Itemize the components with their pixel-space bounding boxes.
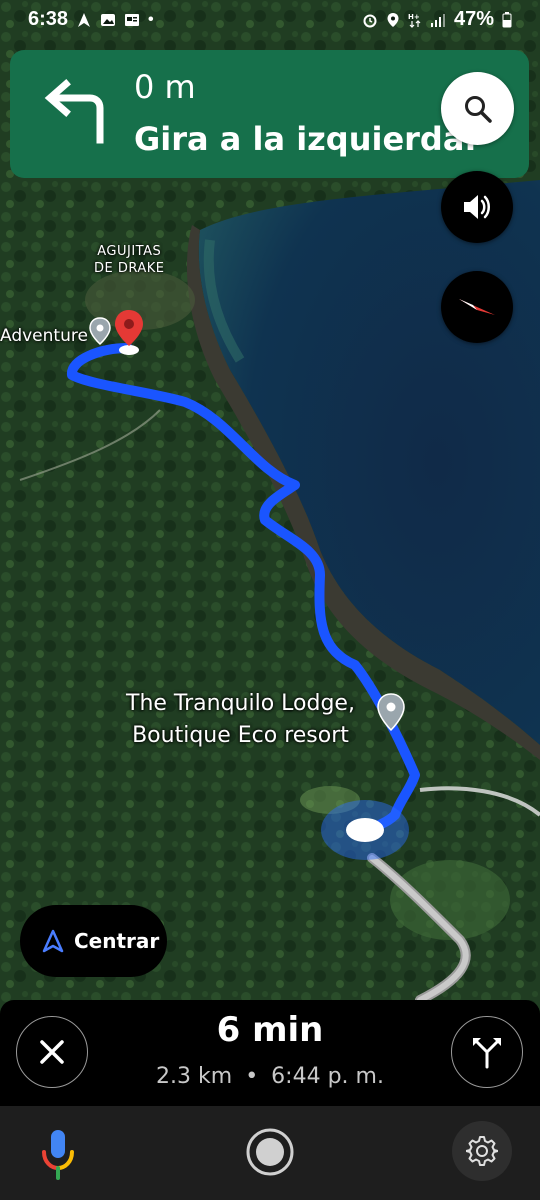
navigation-arrow-icon bbox=[42, 929, 64, 953]
recenter-button[interactable]: Centrar bbox=[20, 905, 167, 977]
status-bar: 6:38 • H+ 47% bbox=[0, 0, 540, 40]
lodge-pin-icon[interactable] bbox=[376, 692, 406, 734]
lodge-label-line2: Boutique Eco resort bbox=[132, 723, 349, 748]
turn-distance: 0 m bbox=[134, 68, 196, 106]
status-time: 6:38 bbox=[28, 8, 69, 30]
recenter-label: Centrar bbox=[74, 929, 160, 953]
location-icon bbox=[387, 12, 399, 27]
alternate-routes-button[interactable] bbox=[451, 1016, 523, 1088]
trip-distance: 2.3 km bbox=[156, 1064, 233, 1089]
compass-icon bbox=[459, 299, 495, 315]
trip-separator: • bbox=[245, 1064, 259, 1089]
battery-percent: 47% bbox=[453, 8, 494, 30]
town-label-line2: DE DRAKE bbox=[94, 261, 165, 276]
sound-button[interactable] bbox=[441, 171, 513, 243]
poi-pin-icon[interactable] bbox=[88, 316, 112, 348]
alarm-icon bbox=[363, 14, 377, 27]
lodge-label-line1: The Tranquilo Lodge, bbox=[126, 691, 355, 716]
alternate-routes-icon bbox=[473, 1038, 501, 1069]
dot-icon: • bbox=[148, 10, 154, 28]
search-icon bbox=[464, 95, 492, 123]
settings-button[interactable] bbox=[452, 1121, 512, 1181]
search-button[interactable] bbox=[441, 72, 514, 145]
arrival-time: 6:44 p. m. bbox=[271, 1064, 384, 1089]
turn-instruction: Gira a la izquierda. bbox=[134, 120, 477, 158]
turn-left-arrow-icon bbox=[44, 79, 104, 144]
bottom-nav-bar bbox=[0, 1106, 540, 1200]
town-label: AGUJITAS DE DRAKE bbox=[94, 243, 165, 277]
svg-text:H+: H+ bbox=[408, 13, 420, 21]
lodge-label[interactable]: The Tranquilo Lodge, Boutique Eco resort bbox=[126, 688, 355, 752]
signal-icon bbox=[430, 13, 445, 27]
battery-icon bbox=[502, 11, 512, 27]
gallery-icon bbox=[101, 13, 116, 26]
navigation-icon bbox=[78, 12, 91, 27]
news-icon bbox=[125, 13, 140, 26]
microphone-icon[interactable] bbox=[38, 1128, 78, 1182]
town-label-line1: AGUJITAS bbox=[97, 244, 162, 259]
destination-pin-icon[interactable] bbox=[112, 308, 146, 356]
volume-icon bbox=[464, 195, 490, 219]
trip-panel[interactable]: 6 min 2.3 km • 6:44 p. m. bbox=[0, 1000, 540, 1106]
poi-label-adventure[interactable]: Adventure bbox=[0, 326, 88, 346]
data-icon: H+ bbox=[408, 13, 421, 28]
home-button-icon[interactable] bbox=[245, 1127, 295, 1177]
gear-icon bbox=[466, 1136, 498, 1166]
compass-button[interactable] bbox=[441, 271, 513, 343]
